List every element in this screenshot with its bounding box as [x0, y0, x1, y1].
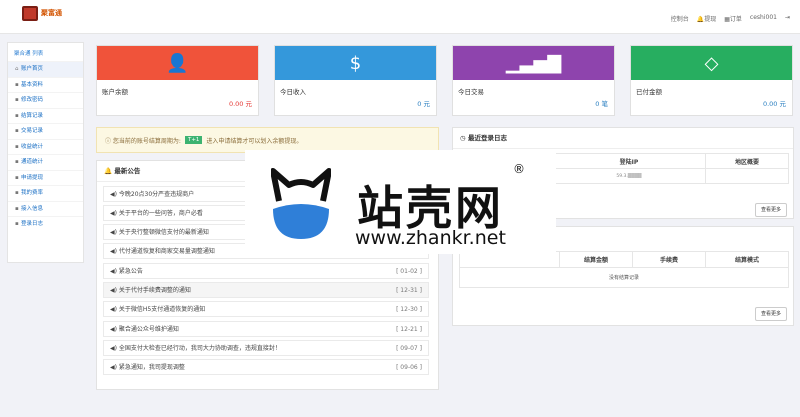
- sidebar-item-home[interactable]: ⌂ 账户首页: [8, 61, 83, 77]
- settle-cycle-badge: T+1: [184, 136, 203, 144]
- panel-header: ◷ 最近登录日志: [453, 128, 793, 149]
- list-item[interactable]: ◀) 紧急公告[ 01-02 ]: [103, 263, 429, 279]
- sidebar-item-income-stats[interactable]: ▪ 收益统计: [8, 138, 83, 155]
- nav-withdraw[interactable]: 🔔提现: [697, 14, 717, 23]
- nav-orders[interactable]: ▦订单: [724, 14, 742, 23]
- sidebar-item-login-log[interactable]: ▪ 登录日志: [8, 216, 83, 232]
- card-paid-amount: ◇ 已付金额 0.00 元: [630, 45, 793, 116]
- card-label: 已付金额: [636, 88, 662, 96]
- sidebar-item-access-info[interactable]: ▪ 接入信息: [8, 200, 83, 217]
- sidebar-item-withdraw[interactable]: ▪ 申请提现: [8, 169, 83, 186]
- list-item[interactable]: ◀) 关于微信H5支付通道恢复的通知[ 12-30 ]: [103, 301, 429, 317]
- sidebar-title: 聚合通 列表: [14, 51, 44, 57]
- card-balance: 👤 账户余额 0.00 元: [96, 45, 259, 116]
- logout-icon[interactable]: ⇥: [785, 14, 790, 23]
- top-nav: 控制台 🔔提现 ▦订单 ceshi001 ⇥: [671, 14, 790, 23]
- bell-icon: 🔔: [104, 167, 115, 175]
- info-icon: ⓘ: [105, 137, 113, 145]
- sidebar-item-password[interactable]: ▪ 修改密码: [8, 92, 83, 108]
- card-label: 今日收入: [280, 88, 306, 96]
- sidebar-item-transactions[interactable]: ▪ 交易记录: [8, 123, 83, 139]
- logo-text[interactable]: 聚富通: [41, 8, 62, 18]
- list-item[interactable]: ◀) 聚合通公众号维护通知[ 12-21 ]: [103, 321, 429, 337]
- login-log-more-button[interactable]: 查看更多: [755, 203, 787, 217]
- sidebar-item-settlements[interactable]: ▪ 结算记录: [8, 107, 83, 124]
- card-value: 0.00 元: [228, 100, 252, 108]
- registered-mark: ®: [513, 162, 525, 176]
- logo-icon[interactable]: [22, 6, 38, 21]
- card-today-trades: ▁▃▅▇ 今日交易 0 笔: [452, 45, 615, 116]
- sidebar-item-channel-stats[interactable]: ▪ 通道统计: [8, 154, 83, 170]
- list-item[interactable]: ◀) 关于代付手续费调整的通知[ 12-31 ]: [103, 282, 429, 298]
- card-value: 0.00 元: [762, 100, 786, 108]
- notice-suffix: 进入申请结算才可以划入余额提现。: [206, 137, 303, 145]
- cat-logo-icon: [271, 168, 331, 239]
- diamond-icon: ◇: [631, 46, 792, 80]
- card-value: 0 元: [417, 100, 430, 108]
- nav-user[interactable]: ceshi001: [750, 14, 777, 23]
- card-value: 0 笔: [595, 100, 608, 108]
- list-item[interactable]: ◀) 全国支付大检查已经行动，我司大力协助调查，违规直接封！[ 09-07 ]: [103, 340, 429, 356]
- card-today-income: $ 今日收入 0 元: [274, 45, 437, 116]
- list-item[interactable]: ◀) 紧急通知，我司提现调整[ 09-06 ]: [103, 359, 429, 375]
- clock-icon: ◷: [460, 134, 468, 142]
- bar-chart-icon: ▁▃▅▇: [453, 46, 614, 80]
- nav-console[interactable]: 控制台: [671, 14, 689, 23]
- settlement-more-button[interactable]: 查看更多: [755, 307, 787, 321]
- settlement-table: 结算金额 手续费 结算模式 没有结算记录: [459, 251, 789, 288]
- sidebar-item-profile[interactable]: ▪ 基本资料: [8, 76, 83, 93]
- card-label: 账户余额: [102, 88, 128, 96]
- notice-prefix: 您当前的账号结算周期为:: [112, 137, 181, 145]
- top-bar: 聚富通 控制台 🔔提现 ▦订单 ceshi001 ⇥: [0, 0, 800, 34]
- dollar-icon: $: [275, 46, 436, 80]
- user-icon: 👤: [97, 46, 258, 80]
- table-row: 没有结算记录: [459, 267, 789, 288]
- watermark-url: www.zhankr.net: [355, 227, 506, 249]
- watermark: 站壳网 ® www.zhankr.net: [245, 150, 556, 254]
- card-label: 今日交易: [458, 88, 484, 96]
- sidebar: 聚合通 列表 ⌂ 账户首页 ▪ 基本资料 ▪ 修改密码 ▪ 结算记录 ▪ 交易记录 ▪ 收益…: [7, 42, 84, 263]
- sidebar-item-rates[interactable]: ▪ 我的费率: [8, 185, 83, 201]
